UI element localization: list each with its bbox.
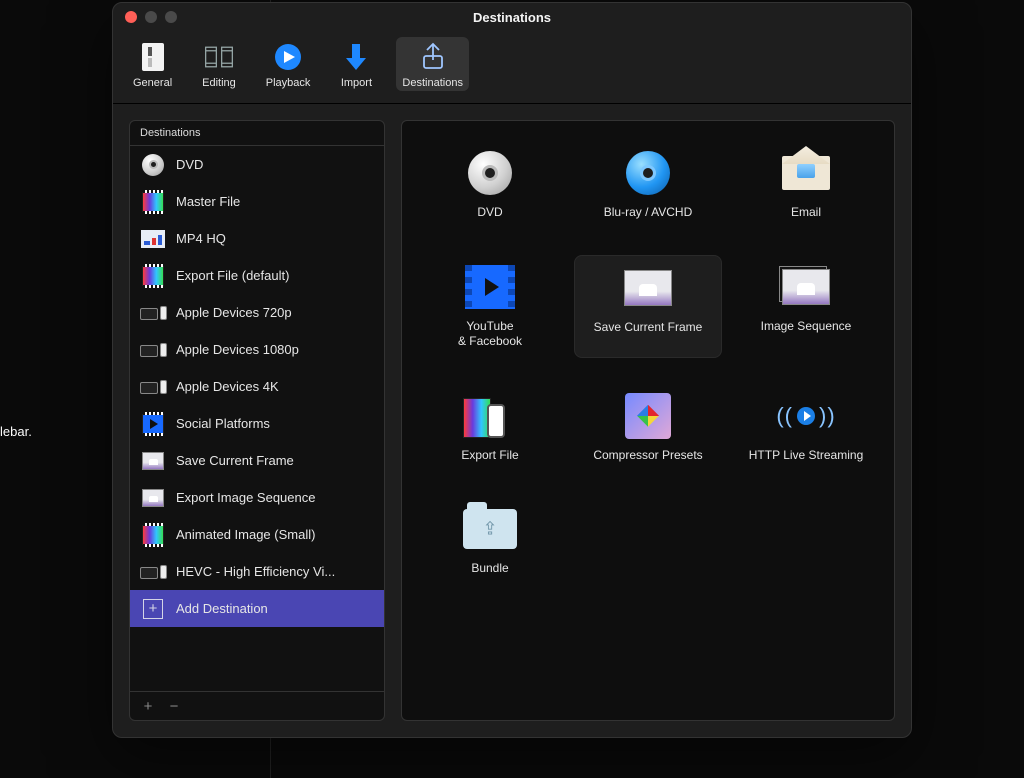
gallery-item-label: Bundle [471, 561, 508, 577]
sidebar-footer: + − [130, 692, 384, 720]
dvd-disc-icon [140, 153, 166, 177]
tab-general[interactable]: General [127, 37, 178, 91]
destinations-icon [417, 41, 449, 73]
sidebar-item-dvd[interactable]: DVD [130, 146, 384, 183]
remove-button[interactable]: − [166, 698, 182, 714]
gallery-item-label: Save Current Frame [594, 320, 703, 336]
sidebar-item-save-current-frame[interactable]: Save Current Frame [130, 442, 384, 479]
sidebar-item-label: Apple Devices 4K [176, 379, 279, 394]
dvd-disc-icon [463, 149, 517, 197]
sidebar-item-label: Export File (default) [176, 268, 289, 283]
sidebar-item-label: Export Image Sequence [176, 490, 315, 505]
gallery-item-label: Export File [461, 448, 518, 464]
tab-playback[interactable]: Playback [260, 37, 317, 91]
sidebar-header: Destinations [130, 121, 384, 146]
sidebar-item-hevc[interactable]: HEVC - High Efficiency Vi... [130, 553, 384, 590]
sidebar-item-label: Apple Devices 1080p [176, 342, 299, 357]
gallery-item-bundle[interactable]: ⇪ Bundle [416, 497, 564, 585]
gallery-item-label: Email [791, 205, 821, 221]
plus-box-icon: + [140, 597, 166, 621]
sidebar-item-label: Add Destination [176, 601, 268, 616]
export-file-icon [463, 392, 517, 440]
frame-thumb-icon [140, 486, 166, 510]
sidebar-item-export-image-sequence[interactable]: Export Image Sequence [130, 479, 384, 516]
tab-label: Destinations [402, 77, 463, 89]
sidebar-item-label: Master File [176, 194, 240, 209]
toolbar: General Editing Playback Import Destinat… [113, 31, 911, 104]
tab-label: Import [341, 77, 372, 89]
gallery-item-image-sequence[interactable]: Image Sequence [732, 255, 880, 358]
sidebar-item-apple-4k[interactable]: Apple Devices 4K [130, 368, 384, 405]
gallery-item-bluray[interactable]: Blu-ray / AVCHD [574, 141, 722, 229]
gallery-item-label: HTTP Live Streaming [749, 448, 864, 464]
compressor-icon [621, 392, 675, 440]
sidebar-item-label: HEVC - High Efficiency Vi... [176, 564, 335, 579]
devices-icon [140, 375, 166, 399]
sidebar-item-label: DVD [176, 157, 203, 172]
gallery-item-export-file[interactable]: Export File [416, 384, 564, 472]
sidebar-item-label: MP4 HQ [176, 231, 226, 246]
window-body: Destinations DVD Master File MP4 HQ Expo… [113, 104, 911, 737]
general-icon [137, 41, 169, 73]
sidebar-item-label: Social Platforms [176, 416, 270, 431]
image-seq-icon [779, 263, 833, 311]
bluray-disc-icon [621, 149, 675, 197]
add-button[interactable]: + [140, 698, 156, 714]
sidebar-item-social-platforms[interactable]: Social Platforms [130, 405, 384, 442]
tab-destinations[interactable]: Destinations [396, 37, 469, 91]
sidebar-item-add-destination[interactable]: + Add Destination [130, 590, 384, 627]
sidebar-item-animated-image[interactable]: Animated Image (Small) [130, 516, 384, 553]
youtube-fb-icon [463, 263, 517, 311]
mp4-icon [140, 227, 166, 251]
gallery-item-youtube-facebook[interactable]: YouTube & Facebook [416, 255, 564, 358]
gallery-item-email[interactable]: Email [732, 141, 880, 229]
sidebar-item-label: Animated Image (Small) [176, 527, 315, 542]
tab-label: General [133, 77, 172, 89]
sidebar-item-apple-720p[interactable]: Apple Devices 720p [130, 294, 384, 331]
background-text: lebar. [0, 424, 32, 439]
destinations-sidebar: Destinations DVD Master File MP4 HQ Expo… [129, 120, 385, 721]
titlebar: Destinations [113, 3, 911, 31]
gallery-item-save-current-frame[interactable]: Save Current Frame [574, 255, 722, 358]
window-title: Destinations [113, 10, 911, 25]
tab-editing[interactable]: Editing [196, 37, 242, 91]
filmstrip-icon [140, 523, 166, 547]
social-icon [140, 412, 166, 436]
import-icon [340, 41, 372, 73]
destinations-gallery: DVD Blu-ray / AVCHD Email YouTube & Face… [401, 120, 895, 721]
hls-icon: (()) [779, 392, 833, 440]
gallery-item-compressor-presets[interactable]: Compressor Presets [574, 384, 722, 472]
editing-icon [203, 41, 235, 73]
gallery-item-dvd[interactable]: DVD [416, 141, 564, 229]
tab-import[interactable]: Import [334, 37, 378, 91]
gallery-item-label: YouTube & Facebook [458, 319, 522, 350]
devices-icon [140, 301, 166, 325]
email-icon [779, 149, 833, 197]
sidebar-list: DVD Master File MP4 HQ Export File (defa… [130, 146, 384, 692]
sidebar-item-master-file[interactable]: Master File [130, 183, 384, 220]
gallery-grid: DVD Blu-ray / AVCHD Email YouTube & Face… [416, 141, 880, 585]
frame-thumb-icon [621, 264, 675, 312]
frame-thumb-icon [140, 449, 166, 473]
tab-label: Playback [266, 77, 311, 89]
devices-icon [140, 338, 166, 362]
gallery-item-label: Blu-ray / AVCHD [604, 205, 692, 221]
devices-icon [140, 560, 166, 584]
filmstrip-icon [140, 264, 166, 288]
tab-label: Editing [202, 77, 236, 89]
gallery-item-label: Compressor Presets [593, 448, 702, 464]
filmstrip-icon [140, 190, 166, 214]
sidebar-item-label: Apple Devices 720p [176, 305, 292, 320]
bundle-icon: ⇪ [463, 505, 517, 553]
gallery-item-label: Image Sequence [761, 319, 852, 335]
preferences-window: Destinations General Editing Playback Im… [112, 2, 912, 738]
gallery-item-label: DVD [477, 205, 502, 221]
sidebar-item-label: Save Current Frame [176, 453, 294, 468]
sidebar-item-apple-1080p[interactable]: Apple Devices 1080p [130, 331, 384, 368]
sidebar-item-mp4-hq[interactable]: MP4 HQ [130, 220, 384, 257]
playback-icon [272, 41, 304, 73]
gallery-item-http-live-streaming[interactable]: (()) HTTP Live Streaming [732, 384, 880, 472]
sidebar-item-export-file-default[interactable]: Export File (default) [130, 257, 384, 294]
